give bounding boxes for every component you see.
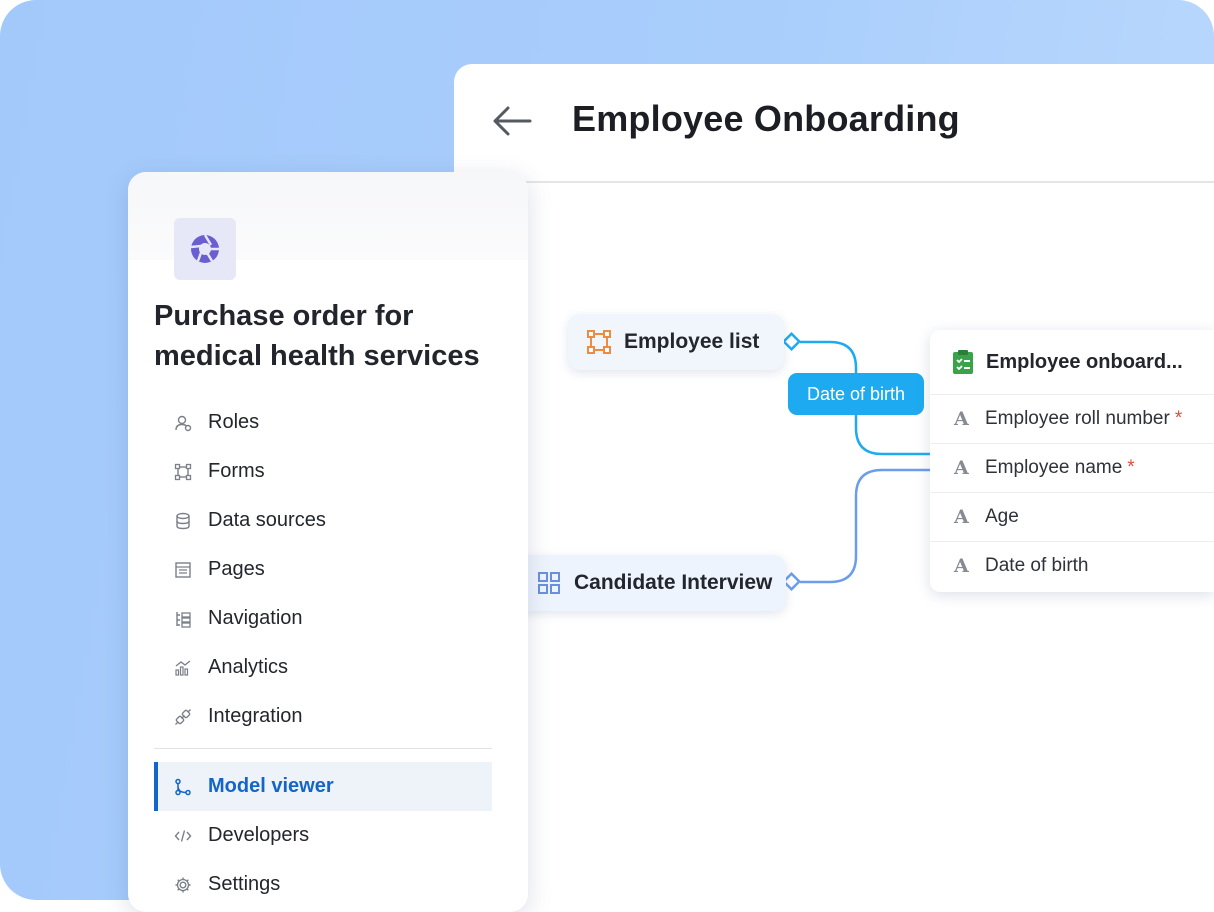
text-type-icon: A	[954, 506, 969, 528]
field-label: Employee roll number	[985, 408, 1170, 429]
relation-label[interactable]: Date of birth	[788, 373, 924, 415]
entity-field[interactable]: A Employee roll number *	[930, 395, 1214, 444]
sidebar-item-integration[interactable]: Integration	[154, 692, 492, 741]
aperture-logo-icon	[190, 234, 219, 263]
sidebar-item-roles[interactable]: Roles	[154, 398, 492, 447]
entity-field[interactable]: A Date of birth	[930, 542, 1214, 590]
page-title: Employee Onboarding	[572, 98, 960, 139]
node-label: Employee list	[624, 330, 760, 353]
grid-node-icon	[538, 572, 560, 594]
app-title: Purchase order for medical health servic…	[154, 300, 480, 372]
integration-icon	[175, 708, 191, 725]
sidebar-item-label: Integration	[208, 705, 303, 727]
sidebar-item-developers[interactable]: Developers	[154, 811, 492, 860]
sidebar-item-label: Developers	[208, 824, 310, 846]
roles-icon	[175, 415, 192, 431]
sidebar-item-forms[interactable]: Forms	[154, 447, 492, 496]
sidebar-item-label: Forms	[208, 460, 265, 482]
form-node-icon	[587, 330, 611, 354]
sidebar-item-model-viewer[interactable]: Model viewer	[154, 762, 492, 811]
code-icon	[174, 829, 192, 842]
navigation-icon	[176, 611, 191, 628]
required-marker: *	[1174, 408, 1183, 429]
entity-title: Employee onboard...	[986, 350, 1183, 373]
entity-field[interactable]: A Age	[930, 493, 1214, 542]
node-candidate-interview[interactable]: Candidate Interview	[518, 555, 786, 611]
text-type-icon: A	[954, 457, 969, 479]
analytics-icon	[175, 659, 191, 676]
sidebar-item-analytics[interactable]: Analytics	[154, 643, 492, 692]
field-label: Age	[985, 506, 1019, 527]
required-marker: *	[1127, 457, 1135, 478]
gear-icon	[175, 877, 191, 892]
app-logo[interactable]	[174, 218, 236, 280]
nav-divider	[154, 748, 492, 749]
sidebar-item-label: Model viewer	[208, 775, 334, 797]
sidebar-item-navigation[interactable]: Navigation	[154, 594, 492, 643]
sidebar-item-label: Data sources	[208, 509, 326, 531]
sidebar-item-label: Settings	[208, 873, 281, 895]
forms-icon	[174, 463, 192, 480]
node-employee-list[interactable]: Employee list	[568, 314, 784, 370]
sidebar-item-pages[interactable]: Pages	[154, 545, 492, 594]
sidebar-nav: Roles Forms Data sources Pages Navigatio…	[154, 398, 492, 909]
text-type-icon: A	[954, 555, 969, 577]
sidebar-item-label: Pages	[208, 558, 265, 580]
database-icon	[176, 512, 190, 529]
back-arrow-icon[interactable]	[490, 104, 534, 138]
main-header: Employee Onboarding	[454, 64, 1214, 183]
entity-field[interactable]: A Employee name *	[930, 444, 1214, 493]
field-label: Date of birth	[985, 555, 1089, 576]
entity-card-employee-onboarding[interactable]: Employee onboard... A Employee roll numb…	[930, 330, 1214, 592]
text-type-icon: A	[954, 408, 969, 430]
model-viewer-icon	[175, 778, 191, 795]
clipboard-check-icon	[953, 350, 973, 374]
sidebar-item-settings[interactable]: Settings	[154, 860, 492, 909]
pages-icon	[175, 561, 191, 578]
sidebar: Purchase order for medical health servic…	[128, 172, 528, 912]
field-label: Employee name	[985, 457, 1123, 478]
sidebar-item-label: Navigation	[208, 607, 303, 629]
sidebar-item-data-sources[interactable]: Data sources	[154, 496, 492, 545]
sidebar-item-label: Analytics	[208, 656, 289, 678]
entity-header: Employee onboard...	[930, 330, 1214, 395]
node-label: Candidate Interview	[574, 571, 773, 594]
sidebar-item-label: Roles	[208, 411, 260, 433]
